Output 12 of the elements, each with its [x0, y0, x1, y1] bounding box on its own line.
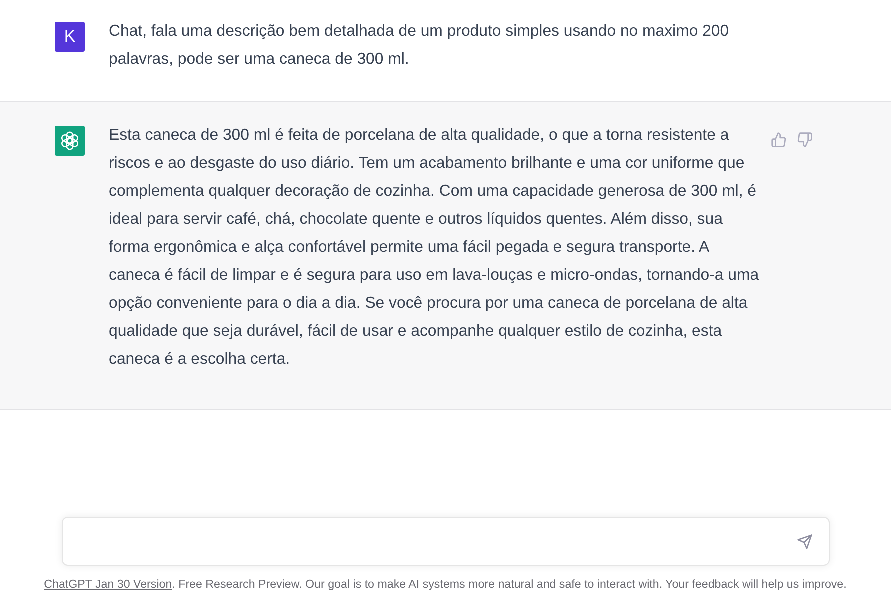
send-button[interactable] [794, 532, 814, 552]
thumbs-down-button[interactable] [795, 130, 815, 150]
message-input-field[interactable] [62, 517, 830, 566]
send-icon [796, 534, 812, 550]
thumbs-up-button[interactable] [769, 130, 789, 150]
assistant-message: Esta caneca de 300 ml é feita de porcelana de alta qualidade, o que a torna resistente a riscos e ao desgaste do uso diário. Tem um acabamento brilhante e uma cor uniforme que complementa qualquer decoração de cozinha. Com uma capacidade generosa de 300 ml, é ideal para servir café, chá, chocolate quente e outros líquidos quentes. Além disso, sua forma ergonômica e alça confortável permite uma fácil pegada e segura transporte. A caneca é fácil de limpar e é segura para uso em lava-louças e micro-ondas, tornando-a uma opção conveniente para o dia a dia. Se você procura por uma caneca de porcelana de alta qualidade que seja durável, fácil de usar e acompanhe qualquer estilo de cozinha, esta caneca é a escolha certa. [109, 126, 760, 370]
user-message: Chat, fala uma descrição bem detalhada de um produto simples usando no maximo 200 palavras, pode ser uma caneca de 300 ml. [109, 22, 730, 70]
thumbs-up-icon [771, 132, 787, 148]
user-avatar: K [55, 22, 85, 52]
version-link[interactable]: ChatGPT Jan 30 Version [44, 578, 172, 591]
footer-disclaimer: ChatGPT Jan 30 Version. Free Research Preview. Our goal is to make AI systems more natural and safe to interact with. Your feedback will help us improve. [43, 577, 848, 593]
thumbs-down-icon [797, 132, 813, 148]
